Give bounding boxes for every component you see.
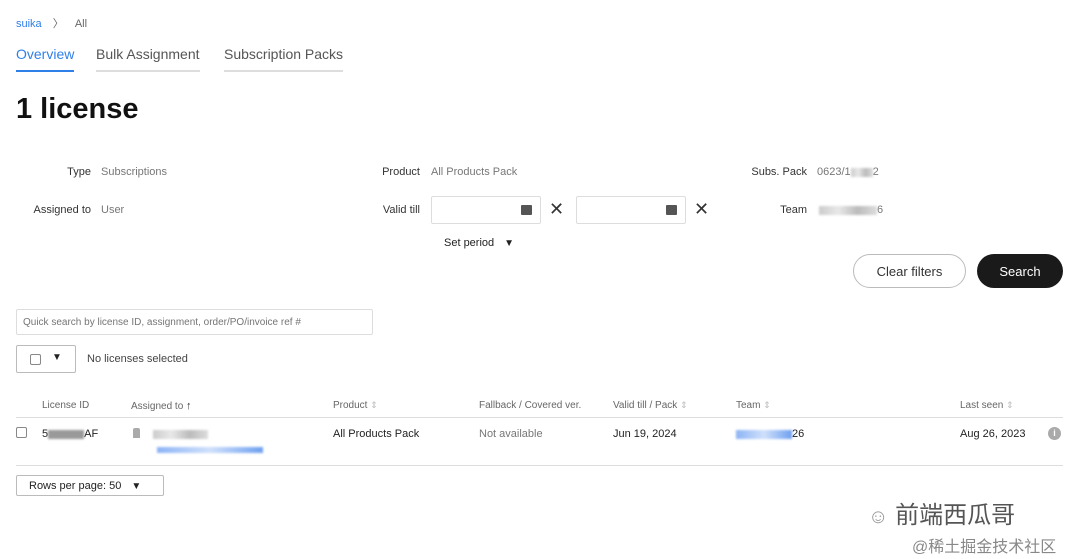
calendar-icon[interactable] [666, 205, 677, 215]
sort-icon: ⇕ [1006, 400, 1014, 410]
header-label: Team [736, 400, 761, 411]
caret-down-icon: ▼ [52, 352, 62, 363]
subs-pack-filter[interactable]: 0623/1 2 [817, 166, 879, 178]
page-title: 1 license [16, 93, 139, 125]
select-all-checkbox[interactable] [30, 354, 41, 365]
sort-icon: ⇕ [370, 400, 378, 410]
divider [16, 465, 1063, 466]
product-label: Product [382, 166, 420, 178]
valid-till-cell: Jun 19, 2024 [613, 428, 677, 440]
selection-status: No licenses selected [87, 353, 188, 365]
user-icon [133, 428, 140, 438]
sort-icon: ⇕ [680, 400, 688, 410]
header-label: Assigned to [131, 401, 184, 412]
breadcrumb-separator: 〉 [52, 18, 64, 30]
header-team[interactable]: Team ⇕ [736, 400, 771, 411]
header-label: Valid till / Pack [613, 400, 678, 411]
divider [16, 417, 1063, 418]
header-label: Last seen [960, 400, 1004, 411]
clear-date-icon[interactable]: ✕ [694, 199, 709, 220]
product-filter[interactable]: All Products Pack [431, 166, 517, 178]
team-filter[interactable]: 6 [819, 204, 883, 216]
watermark: ☺ 前端西瓜哥 [868, 495, 1015, 530]
team-label: Team [780, 204, 807, 216]
breadcrumb-root-link[interactable]: suika [16, 18, 42, 30]
clear-date-icon[interactable]: ✕ [549, 199, 564, 220]
bulk-select-dropdown[interactable]: ▼ [16, 345, 76, 373]
assignee-name [153, 430, 208, 439]
team-link[interactable]: 26 [736, 428, 804, 440]
product-cell: All Products Pack [333, 428, 420, 440]
header-last-seen[interactable]: Last seen ⇕ [960, 400, 1014, 411]
watermark-source: @稀土掘金技术社区 [912, 539, 1057, 556]
wechat-icon: ☺ [868, 506, 889, 528]
watermark-title: 前端西瓜哥 [895, 502, 1016, 529]
calendar-icon[interactable] [521, 205, 532, 215]
valid-till-label: Valid till [382, 204, 420, 216]
breadcrumb: suika 〉 All [16, 15, 87, 31]
breadcrumb-current: All [74, 18, 88, 30]
subs-pack-prefix: 0623/1 [817, 166, 851, 178]
license-id: 5 AF [42, 428, 98, 440]
header-assigned-to[interactable]: Assigned to ↑ [131, 400, 192, 412]
caret-down-icon: ▼ [131, 481, 142, 492]
tab-bulk-assignment[interactable]: Bulk Assignment [96, 46, 200, 72]
header-license-id[interactable]: License ID [42, 400, 89, 411]
tab-subscription-packs[interactable]: Subscription Packs [224, 46, 344, 72]
sort-icon: ⇕ [763, 400, 771, 410]
assigned-label: Assigned to [33, 204, 91, 216]
subs-pack-suffix: 2 [872, 166, 879, 178]
type-label: Type [67, 166, 91, 178]
valid-from-input[interactable] [431, 196, 541, 224]
info-icon[interactable]: i [1048, 427, 1061, 440]
team-suffix: 6 [877, 204, 884, 216]
clear-filters-button[interactable]: Clear filters [853, 254, 966, 288]
rows-per-page-label: Rows per page: 50 [29, 480, 122, 492]
caret-down-icon: ▼ [504, 238, 515, 249]
header-valid-till[interactable]: Valid till / Pack ⇕ [613, 400, 688, 411]
set-period-dropdown[interactable]: Set period ▼ [444, 237, 514, 249]
valid-to-input[interactable] [576, 196, 686, 224]
row-checkbox[interactable] [16, 427, 27, 438]
last-seen-cell: Aug 26, 2023 [960, 428, 1026, 440]
team-suffix: 26 [792, 428, 805, 440]
header-product[interactable]: Product ⇕ [333, 400, 378, 411]
header-fallback: Fallback / Covered ver. [479, 400, 582, 411]
header-label: Product [333, 400, 368, 411]
fallback-cell: Not available [479, 428, 543, 440]
license-id-suffix: AF [84, 428, 99, 440]
rows-per-page-select[interactable]: Rows per page: 50 ▼ [16, 475, 164, 496]
assigned-filter[interactable]: User [101, 204, 124, 216]
tab-overview[interactable]: Overview [16, 46, 75, 72]
search-button[interactable]: Search [977, 254, 1063, 288]
type-filter[interactable]: Subscriptions [101, 166, 167, 178]
subs-pack-label: Subs. Pack [751, 166, 807, 178]
assignee-email-link[interactable] [157, 447, 263, 453]
quick-search-input[interactable] [16, 309, 373, 335]
sort-up-icon: ↑ [186, 400, 192, 412]
set-period-label: Set period [444, 237, 495, 249]
